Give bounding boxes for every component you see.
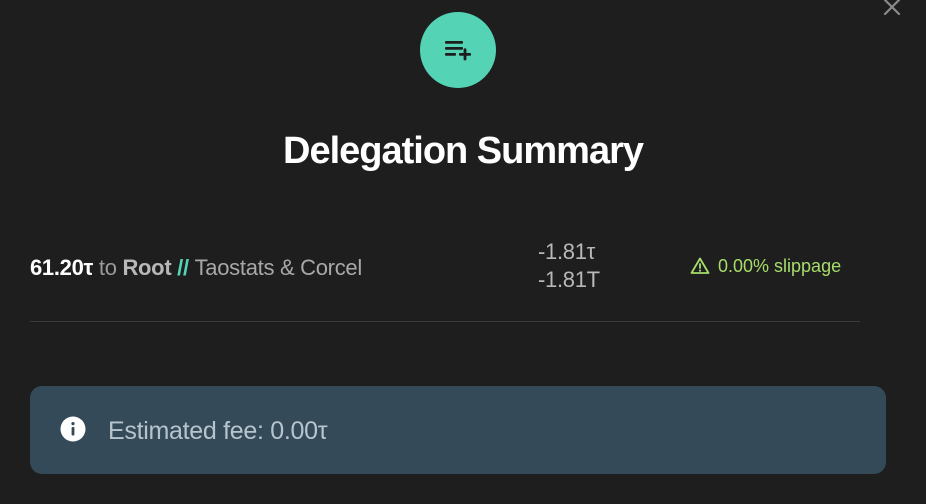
delegation-summary-dialog: Delegation Summary 61.20τ to Root // Tao… [0,0,926,504]
change-secondary: -1.81T [538,267,600,292]
estimated-fee-banner: Estimated fee: 0.00τ [30,386,886,474]
delegation-preposition: to [93,255,123,280]
close-button[interactable] [879,0,905,20]
playlist-add-icon [445,41,471,61]
validator-name: Taostats & Corcel [194,255,363,280]
divider [30,321,860,322]
dialog-title: Delegation Summary [283,130,644,172]
delegation-change: -1.81τ -1.81T [538,238,600,294]
close-icon [883,0,901,16]
info-icon [60,416,86,442]
slippage-indicator: 0.00% slippage [690,254,841,278]
warning-icon [690,257,710,274]
summary-icon-badge [420,12,496,88]
delegation-amount: 61.20τ [30,255,94,280]
slippage-text: 0.00% slippage [718,256,842,276]
delegation-row: 61.20τ to Root // Taostats & Corcel -1.8… [30,236,860,300]
change-primary: -1.81τ [538,239,596,264]
estimated-fee-text: Estimated fee: 0.00τ [108,417,328,445]
delegation-description: 61.20τ to Root // Taostats & Corcel [30,254,362,282]
subnet-name: Root [122,255,172,280]
separator: // [171,255,195,280]
